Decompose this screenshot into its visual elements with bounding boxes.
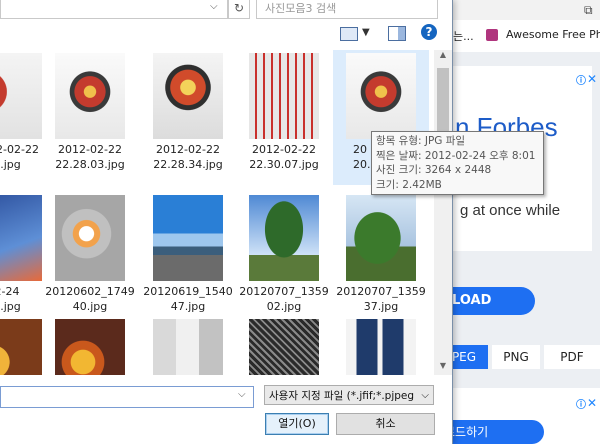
ad-info-icon-2[interactable]: ⓘ — [576, 396, 586, 411]
file-thumbnail — [346, 319, 416, 375]
chevron-down-icon[interactable]: ⌵ — [238, 389, 246, 400]
file-name: 20120707_1359 37.jpg — [336, 285, 426, 313]
scroll-down-icon[interactable]: ▼ — [434, 361, 452, 375]
ad-info-icon[interactable]: ⓘ — [576, 72, 586, 87]
file-tile[interactable]: 2012-02-22 22.28.03.jpg — [42, 50, 138, 185]
file-tile[interactable]: 20120707_1359 37.jpg — [333, 192, 429, 327]
chevron-down-icon: ⌵ — [421, 390, 429, 401]
ad-subline: g at once while — [460, 202, 561, 219]
cancel-button[interactable]: 취소 — [336, 413, 435, 435]
file-thumbnail — [153, 195, 223, 281]
address-bar[interactable]: ⌵ — [0, 0, 228, 19]
file-thumbnail — [55, 53, 125, 139]
file-thumbnail — [153, 319, 223, 375]
format-pdf-tab[interactable]: PDF — [544, 345, 600, 369]
file-thumbnail — [346, 53, 416, 139]
tooltip-filesize: 크기: 2.42MB — [376, 178, 442, 191]
bookmark-awesome-free-photo[interactable]: Awesome Free Pho — [506, 28, 600, 41]
search-placeholder: 사진모음3 검색 — [265, 2, 337, 15]
file-open-dialog: ⌵ ↻ 사진모음3 검색 ▼ ? 2012-02-220.jpg 2012-02… — [0, 0, 544, 444]
bookmark-book-icon — [486, 29, 498, 41]
file-thumbnail — [55, 195, 125, 281]
vertical-scrollbar[interactable]: ▲ ▼ — [434, 50, 452, 375]
filetype-value: 사용자 지정 파일 (*.jfif;*.pjpeg — [269, 390, 415, 402]
bookmark-item[interactable]: 는... — [453, 28, 474, 44]
download-button[interactable]: LOAD — [440, 287, 535, 315]
tooltip-dimensions: 사진 크기: 3264 x 2448 — [376, 164, 492, 176]
file-thumbnail — [0, 53, 42, 139]
file-thumbnail — [249, 319, 319, 375]
view-mode-icon[interactable] — [340, 27, 358, 41]
view-dropdown-icon[interactable]: ▼ — [362, 27, 370, 38]
download-button-2[interactable]: 로드하기 — [440, 420, 544, 444]
refresh-icon[interactable]: ↻ — [228, 0, 250, 19]
file-tile[interactable] — [140, 316, 236, 375]
search-input[interactable]: 사진모음3 검색 — [256, 0, 438, 19]
filename-input[interactable] — [0, 386, 254, 408]
dialog-toolbar — [0, 19, 452, 49]
file-name: 2012-02-22 22.28.03.jpg — [55, 143, 125, 171]
tooltip-date: 찍은 날짜: 2012-02-24 오후 8:01 — [376, 149, 536, 162]
ad-close-icon-2[interactable]: ✕ — [587, 396, 597, 410]
file-thumbnail — [0, 319, 42, 375]
file-thumbnail — [346, 195, 416, 281]
file-tile[interactable]: 2012-02-22 22.28.34.jpg — [140, 50, 236, 185]
file-name: 2012-02-22 22.30.07.jpg — [249, 143, 319, 171]
format-png-tab[interactable]: PNG — [492, 345, 540, 369]
open-button[interactable]: 열기(O) — [265, 413, 329, 435]
chevron-down-icon[interactable]: ⌵ — [210, 1, 218, 12]
preview-pane-icon[interactable] — [388, 26, 406, 41]
file-thumbnail — [0, 195, 42, 281]
file-thumbnail — [249, 53, 319, 139]
extension-icon[interactable]: ⧉ — [584, 3, 593, 18]
browser-topbar — [440, 0, 600, 20]
file-name: 20120619_1540 47.jpg — [143, 285, 233, 313]
file-thumbnail — [153, 53, 223, 139]
file-tile[interactable]: 20120707_1359 02.jpg — [236, 192, 332, 327]
file-name: 2012-02-22 22.28.34.jpg — [153, 143, 223, 171]
help-icon[interactable]: ? — [421, 24, 437, 40]
file-grid: 2012-02-220.jpg 2012-02-2222.28.03.jpg 2… — [0, 50, 433, 375]
ad-close-icon[interactable]: ✕ — [587, 72, 597, 86]
file-tile[interactable]: 2012-02-22 22.30.07.jpg — [236, 50, 332, 185]
file-tile[interactable] — [42, 316, 138, 375]
file-tile[interactable]: 20120619_1540 47.jpg — [140, 192, 236, 327]
scroll-up-icon[interactable]: ▲ — [434, 50, 452, 64]
tooltip-type: 항목 유형: JPG 파일 — [376, 135, 466, 147]
filetype-select[interactable]: 사용자 지정 파일 (*.jfif;*.pjpeg ⌵ — [264, 385, 434, 405]
file-name: 20120602_1749 40.jpg — [45, 285, 135, 313]
file-thumbnail — [249, 195, 319, 281]
file-name: 20120707_1359 02.jpg — [239, 285, 329, 313]
file-tile[interactable] — [236, 316, 332, 375]
file-tile[interactable]: 20120602_1749 40.jpg — [42, 192, 138, 327]
file-thumbnail — [55, 319, 125, 375]
file-tile[interactable] — [333, 316, 429, 375]
file-info-tooltip: 항목 유형: JPG 파일 찍은 날짜: 2012-02-24 오후 8:01 … — [371, 131, 544, 195]
